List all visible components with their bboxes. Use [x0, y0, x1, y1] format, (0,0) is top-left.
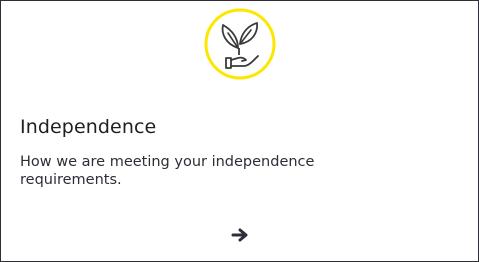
arrow-right-icon[interactable]	[231, 227, 251, 243]
card-title: Independence	[20, 116, 157, 138]
independence-card[interactable]: Independence How we are meeting your ind…	[0, 0, 479, 262]
card-description: How we are meeting your independence req…	[20, 154, 315, 188]
plant-in-hand-icon	[204, 8, 276, 80]
